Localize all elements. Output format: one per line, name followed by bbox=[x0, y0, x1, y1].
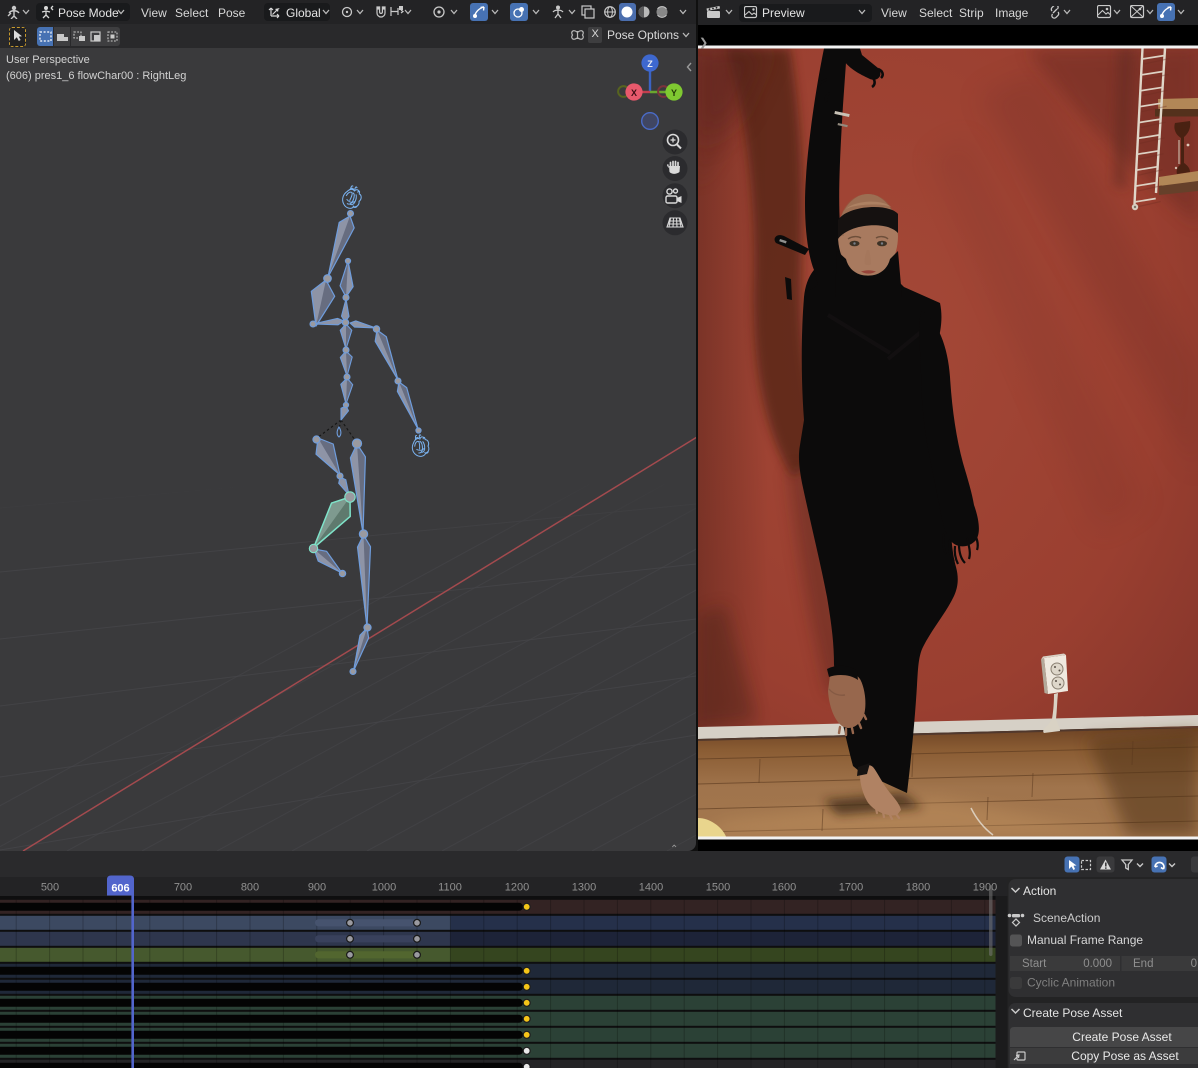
svg-text:1200: 1200 bbox=[505, 882, 529, 894]
svg-text:Start: Start bbox=[1022, 958, 1047, 970]
svg-text:0: 0 bbox=[1191, 958, 1197, 970]
svg-text:1800: 1800 bbox=[906, 882, 930, 894]
svg-text:1600: 1600 bbox=[772, 882, 796, 894]
svg-text:⌃: ⌃ bbox=[670, 844, 678, 851]
svg-text:SceneAction: SceneAction bbox=[1033, 911, 1100, 925]
svg-text:800: 800 bbox=[241, 882, 259, 894]
svg-text:❯: ❯ bbox=[699, 37, 708, 49]
svg-text:1700: 1700 bbox=[839, 882, 863, 894]
svg-text:500: 500 bbox=[41, 882, 59, 894]
svg-text:Action: Action bbox=[1023, 884, 1056, 898]
svg-text:Copy Pose as Asset: Copy Pose as Asset bbox=[1071, 1049, 1179, 1063]
svg-text:900: 900 bbox=[308, 882, 326, 894]
svg-text:606: 606 bbox=[111, 883, 129, 895]
svg-text:Manual Frame Range: Manual Frame Range bbox=[1027, 933, 1143, 947]
svg-text:Y: Y bbox=[671, 88, 677, 98]
svg-text:1400: 1400 bbox=[639, 882, 663, 894]
svg-text:1100: 1100 bbox=[438, 882, 462, 894]
svg-text:0.000: 0.000 bbox=[1083, 958, 1112, 970]
svg-text:Create Pose Asset: Create Pose Asset bbox=[1023, 1006, 1123, 1020]
svg-text:X: X bbox=[631, 88, 637, 98]
svg-text:700: 700 bbox=[174, 882, 192, 894]
svg-text:Create Pose Asset: Create Pose Asset bbox=[1072, 1030, 1172, 1044]
svg-text:Z: Z bbox=[647, 59, 653, 69]
svg-text:1900: 1900 bbox=[973, 882, 997, 894]
svg-text:1500: 1500 bbox=[706, 882, 730, 894]
svg-text:End: End bbox=[1133, 958, 1153, 970]
svg-text:1000: 1000 bbox=[372, 882, 396, 894]
svg-text:1300: 1300 bbox=[572, 882, 596, 894]
svg-text:Cyclic Animation: Cyclic Animation bbox=[1027, 976, 1115, 990]
